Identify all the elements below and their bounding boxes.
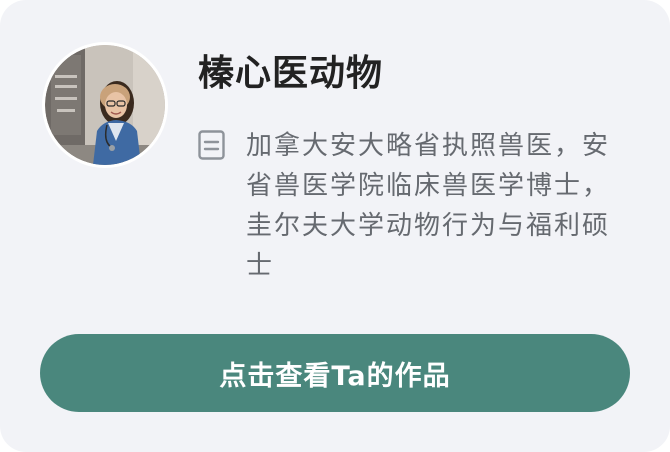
avatar[interactable] [42,42,168,168]
author-name: 榛心医动物 [198,53,384,94]
document-icon [198,130,225,160]
view-works-button[interactable]: 点击查看Ta的作品 [40,334,630,412]
author-card: 榛心医动物 加拿大安大略省执照兽医，安省兽医学院临床兽医学博士，圭尔夫大学动物行… [0,0,670,452]
avatar-photo [45,45,165,165]
author-bio: 加拿大安大略省执照兽医，安省兽医学院临床兽医学博士，圭尔夫大学动物行为与福利硕士 [246,131,611,281]
